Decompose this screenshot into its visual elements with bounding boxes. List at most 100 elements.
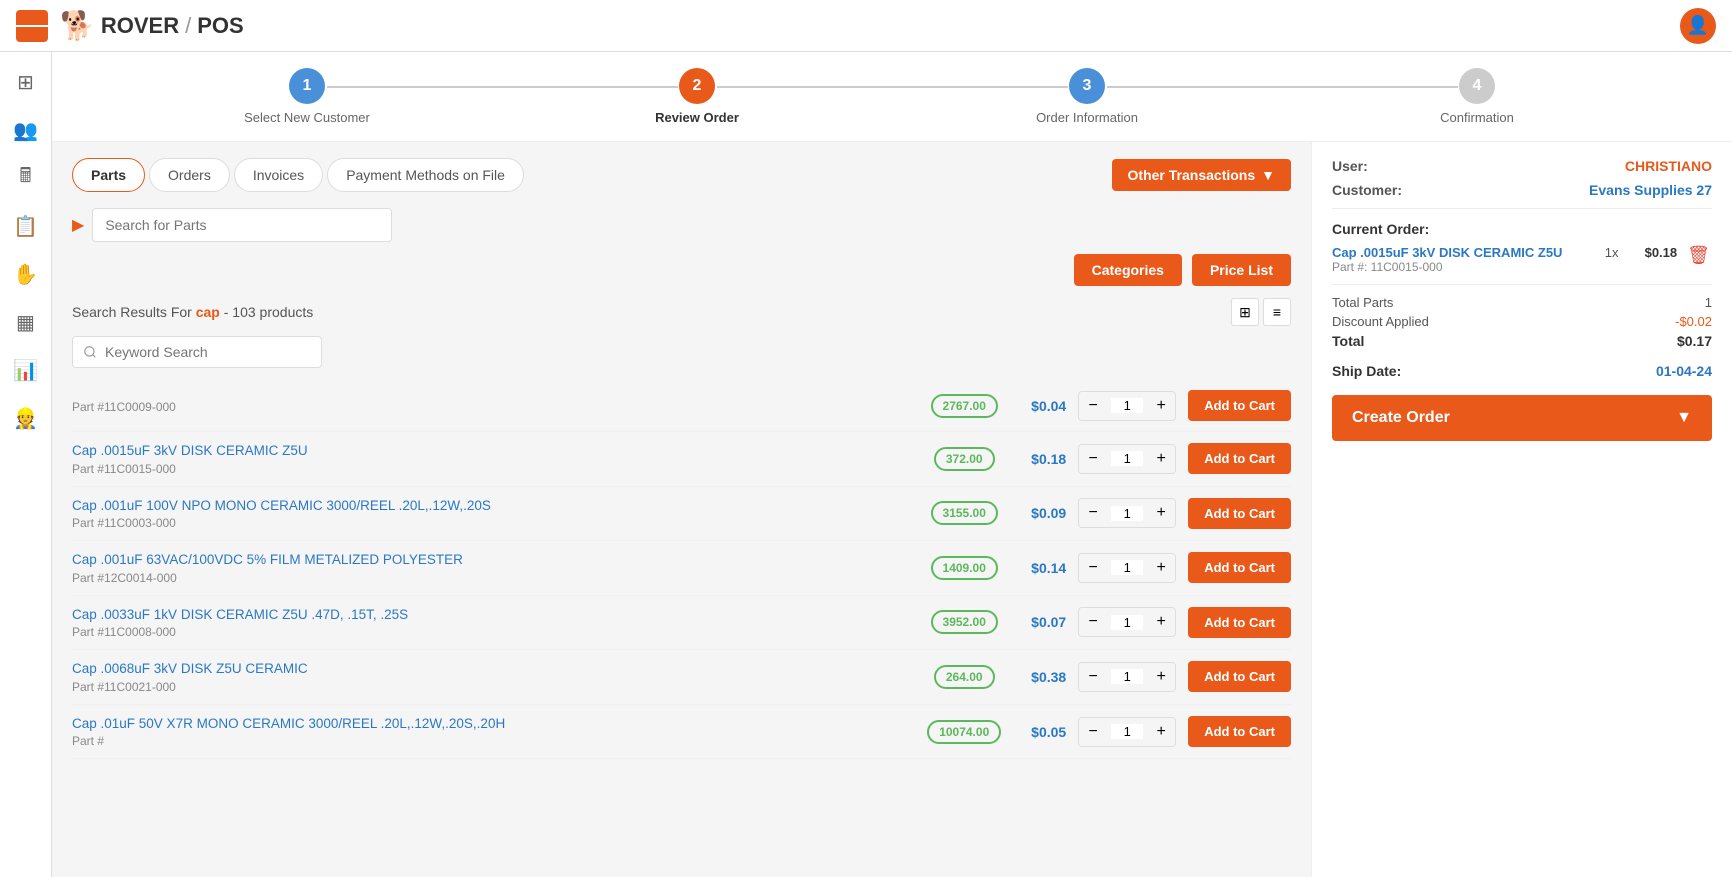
qty-input[interactable] xyxy=(1111,669,1143,684)
product-part: Part #11C0003-000 xyxy=(72,516,912,530)
qty-input[interactable] xyxy=(1111,451,1143,466)
product-stock: 264.00 xyxy=(924,665,1004,689)
qty-control: − + xyxy=(1078,607,1176,637)
table-row: Cap .001uF 100V NPO MONO CERAMIC 3000/RE… xyxy=(72,487,1291,542)
orders-icon: 📋 xyxy=(13,214,38,239)
ship-date-label: Ship Date: xyxy=(1332,363,1401,379)
table-row: Part #11C0009-000 2767.00 $0.04 − + Add … xyxy=(72,380,1291,432)
keyword-search-input[interactable] xyxy=(72,336,322,368)
ship-date-value: 01-04-24 xyxy=(1656,363,1712,379)
categories-button[interactable]: Categories xyxy=(1074,254,1182,286)
grid-view-button[interactable]: ⊞ xyxy=(1231,298,1259,326)
app-body: ⊞ 👥 🖩 📋 ✋ ▦ 📊 👷 1 Select New Customer 2 … xyxy=(0,52,1732,877)
view-toggle: ⊞ ≡ xyxy=(1231,298,1291,326)
dog-icon: 🐕 xyxy=(60,9,95,42)
qty-decrease-button[interactable]: − xyxy=(1079,554,1107,582)
sidebar: ⊞ 👥 🖩 📋 ✋ ▦ 📊 👷 xyxy=(0,52,52,877)
sidebar-item-users[interactable]: 👥 xyxy=(4,108,48,152)
chevron-down-icon: ▼ xyxy=(1261,167,1275,183)
price-list-button[interactable]: Price List xyxy=(1192,254,1291,286)
sidebar-item-barcode[interactable]: ▦ xyxy=(4,300,48,344)
product-info: Cap .001uF 100V NPO MONO CERAMIC 3000/RE… xyxy=(72,497,912,531)
step-1-circle: 1 xyxy=(289,68,325,104)
total-row: Total $0.17 xyxy=(1332,333,1712,349)
current-order-title: Current Order: xyxy=(1332,221,1712,237)
total-parts-row: Total Parts 1 xyxy=(1332,295,1712,310)
left-panel: Parts Orders Invoices Payment Methods on… xyxy=(52,142,1312,877)
sidebar-item-orders[interactable]: 📋 xyxy=(4,204,48,248)
order-item-qty: 1x xyxy=(1599,245,1624,260)
qty-decrease-button[interactable]: − xyxy=(1079,499,1107,527)
current-order-section: Current Order: Cap .0015uF 3kV DISK CERA… xyxy=(1332,221,1712,274)
step-2: 2 Review Order xyxy=(502,68,892,125)
list-view-button[interactable]: ≡ xyxy=(1263,298,1291,326)
qty-increase-button[interactable]: + xyxy=(1147,663,1175,691)
app-logo: 🐕 ROVER / POS xyxy=(60,9,244,42)
step-1: 1 Select New Customer xyxy=(112,68,502,125)
product-name[interactable]: Cap .001uF 63VAC/100VDC 5% FILM METALIZE… xyxy=(72,551,912,569)
sidebar-item-hand[interactable]: ✋ xyxy=(4,252,48,296)
menu-button[interactable] xyxy=(16,10,48,42)
add-to-cart-button[interactable]: Add to Cart xyxy=(1188,716,1291,747)
order-item-price: $0.18 xyxy=(1632,245,1677,260)
add-to-cart-button[interactable]: Add to Cart xyxy=(1188,390,1291,421)
sidebar-item-reports[interactable]: 📊 xyxy=(4,348,48,392)
qty-decrease-button[interactable]: − xyxy=(1079,718,1107,746)
add-to-cart-button[interactable]: Add to Cart xyxy=(1188,498,1291,529)
sidebar-item-dashboard[interactable]: ⊞ xyxy=(4,60,48,104)
qty-decrease-button[interactable]: − xyxy=(1079,445,1107,473)
qty-increase-button[interactable]: + xyxy=(1147,499,1175,527)
qty-increase-button[interactable]: + xyxy=(1147,445,1175,473)
qty-input[interactable] xyxy=(1111,615,1143,630)
qty-increase-button[interactable]: + xyxy=(1147,554,1175,582)
qty-input[interactable] xyxy=(1111,506,1143,521)
create-order-button[interactable]: Create Order ▼ xyxy=(1332,395,1712,441)
tab-orders[interactable]: Orders xyxy=(149,158,230,192)
product-list: Part #11C0009-000 2767.00 $0.04 − + Add … xyxy=(72,380,1291,759)
order-item-name: Cap .0015uF 3kV DISK CERAMIC Z5U xyxy=(1332,245,1591,260)
sidebar-item-calculator[interactable]: 🖩 xyxy=(4,156,48,200)
tab-payment-methods[interactable]: Payment Methods on File xyxy=(327,158,524,192)
qty-increase-button[interactable]: + xyxy=(1147,392,1175,420)
sidebar-item-worker[interactable]: 👷 xyxy=(4,396,48,440)
customer-label: Customer: xyxy=(1332,182,1402,198)
product-stock: 2767.00 xyxy=(924,394,1004,418)
tab-invoices[interactable]: Invoices xyxy=(234,158,323,192)
product-name[interactable]: Cap .0015uF 3kV DISK CERAMIC Z5U xyxy=(72,442,912,460)
qty-control: − + xyxy=(1078,498,1176,528)
product-name[interactable]: Cap .01uF 50V X7R MONO CERAMIC 3000/REEL… xyxy=(72,715,912,733)
qty-decrease-button[interactable]: − xyxy=(1079,392,1107,420)
total-value: $0.17 xyxy=(1677,333,1712,349)
add-to-cart-button[interactable]: Add to Cart xyxy=(1188,661,1291,692)
add-to-cart-button[interactable]: Add to Cart xyxy=(1188,552,1291,583)
qty-increase-button[interactable]: + xyxy=(1147,608,1175,636)
step-4-circle: 4 xyxy=(1459,68,1495,104)
qty-input[interactable] xyxy=(1111,560,1143,575)
tab-parts[interactable]: Parts xyxy=(72,158,145,192)
user-icon: 👤 xyxy=(1687,15,1709,36)
keyword-search-row xyxy=(72,336,1291,368)
qty-input[interactable] xyxy=(1111,724,1143,739)
product-name[interactable]: Cap .0068uF 3kV DISK Z5U CERAMIC xyxy=(72,660,912,678)
add-to-cart-button[interactable]: Add to Cart xyxy=(1188,443,1291,474)
qty-decrease-button[interactable]: − xyxy=(1079,608,1107,636)
dashboard-icon: ⊞ xyxy=(17,70,34,95)
product-name[interactable]: Cap .001uF 100V NPO MONO CERAMIC 3000/RE… xyxy=(72,497,912,515)
product-part: Part #12C0014-000 xyxy=(72,571,912,585)
other-transactions-button[interactable]: Other Transactions ▼ xyxy=(1112,159,1291,191)
content-area: Parts Orders Invoices Payment Methods on… xyxy=(52,142,1732,877)
product-stock: 3952.00 xyxy=(924,610,1004,634)
discount-label: Discount Applied xyxy=(1332,314,1429,329)
search-results-header: Search Results For cap - 103 products ⊞ … xyxy=(72,298,1291,326)
qty-increase-button[interactable]: + xyxy=(1147,718,1175,746)
table-row: Cap .0068uF 3kV DISK Z5U CERAMIC Part #1… xyxy=(72,650,1291,705)
search-parts-input[interactable] xyxy=(92,208,392,242)
user-avatar-button[interactable]: 👤 xyxy=(1680,8,1716,44)
qty-decrease-button[interactable]: − xyxy=(1079,663,1107,691)
product-name[interactable]: Cap .0033uF 1kV DISK CERAMIC Z5U .47D, .… xyxy=(72,606,912,624)
qty-control: − + xyxy=(1078,717,1176,747)
delete-item-button[interactable]: 🗑 xyxy=(1685,245,1712,266)
qty-input[interactable] xyxy=(1111,398,1143,413)
calculator-icon: 🖩 xyxy=(20,161,32,195)
add-to-cart-button[interactable]: Add to Cart xyxy=(1188,607,1291,638)
